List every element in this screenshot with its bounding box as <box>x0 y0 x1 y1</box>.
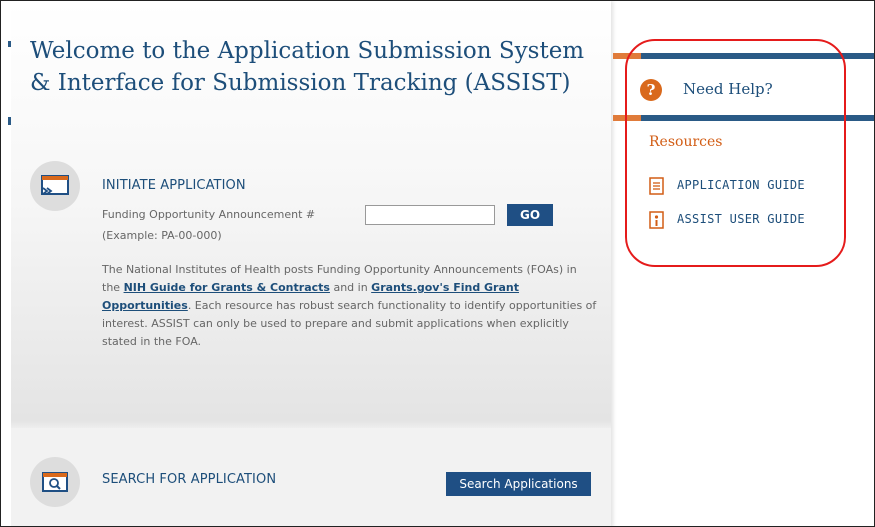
foa-input[interactable] <box>365 205 495 225</box>
left-edge <box>1 1 11 526</box>
help-icon: ? <box>640 79 662 101</box>
foa-label: Funding Opportunity Announcement # <box>102 208 316 221</box>
foa-example: (Example: PA-00-000) <box>102 229 222 242</box>
initiate-icon <box>30 161 80 211</box>
search-applications-button[interactable]: Search Applications <box>446 472 591 496</box>
resources-heading: Resources <box>649 134 723 150</box>
user-guide-icon <box>649 211 664 229</box>
application-guide-link[interactable]: APPLICATION GUIDE <box>649 177 805 195</box>
help-stripe-bottom <box>613 115 874 121</box>
initiate-description: The National Institutes of Health posts … <box>102 261 597 351</box>
search-title: SEARCH FOR APPLICATION <box>102 472 277 487</box>
search-icon <box>30 457 80 507</box>
edge-marker <box>8 41 11 47</box>
need-help-title: Need Help? <box>683 80 773 98</box>
highlight-outline <box>625 39 846 267</box>
page-title-line1: Welcome to the Application Submission Sy… <box>30 38 585 64</box>
help-stripe-top <box>613 53 874 59</box>
assist-user-guide-label: ASSIST USER GUIDE <box>677 212 805 226</box>
page-title-line2: & Interface for Submission Tracking (ASS… <box>30 70 571 96</box>
page-title: Welcome to the Application Submission Sy… <box>30 35 600 99</box>
help-stripe-accent <box>613 53 641 59</box>
assist-user-guide-link[interactable]: ASSIST USER GUIDE <box>649 211 805 229</box>
document-icon <box>649 177 664 195</box>
nih-guide-link[interactable]: NIH Guide for Grants & Contracts <box>124 281 330 294</box>
page-frame: Welcome to the Application Submission Sy… <box>0 0 875 527</box>
edge-marker <box>8 117 11 125</box>
application-guide-label: APPLICATION GUIDE <box>677 178 805 192</box>
help-stripe-accent <box>613 115 641 121</box>
desc-part2: and in <box>329 281 372 294</box>
initiate-title: INITIATE APPLICATION <box>102 178 246 193</box>
go-button[interactable]: GO <box>507 204 553 226</box>
